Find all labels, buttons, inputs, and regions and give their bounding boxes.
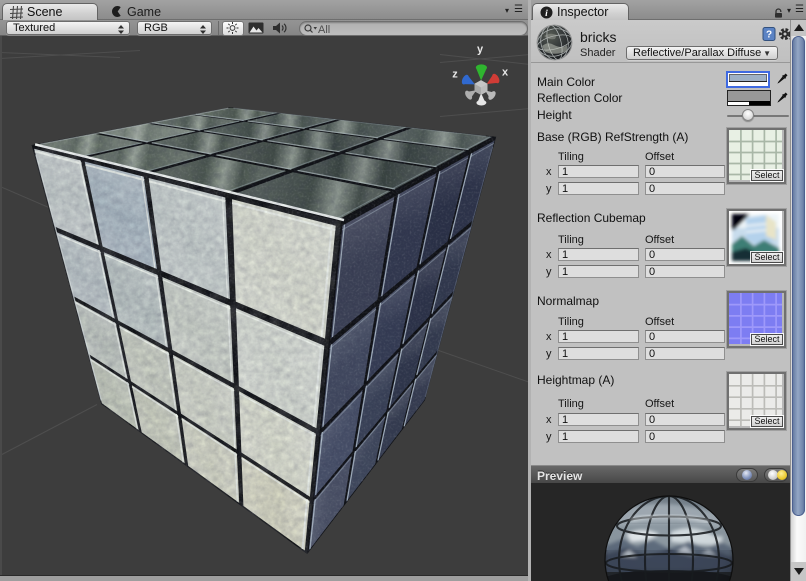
svg-text:y: y	[477, 43, 484, 55]
svg-text:i: i	[545, 8, 548, 18]
svg-text:?: ?	[766, 30, 772, 41]
svg-text:z: z	[452, 68, 458, 80]
svg-text:x: x	[502, 66, 509, 78]
